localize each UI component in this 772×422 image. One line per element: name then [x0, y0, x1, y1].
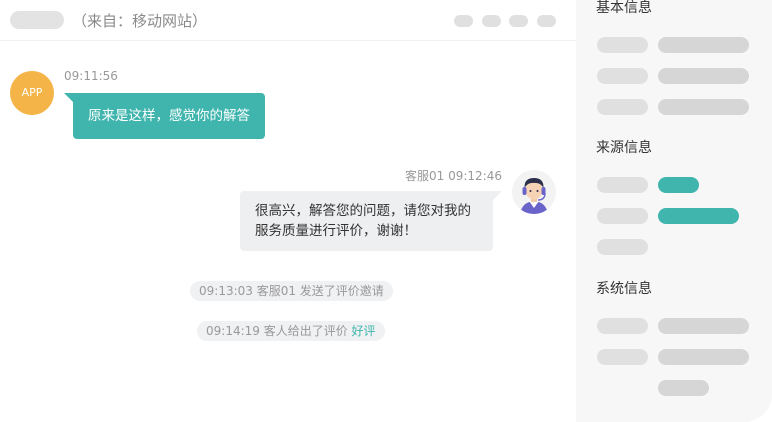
- system-notice-invite: 09:13:03 客服01 发送了评价邀请: [190, 281, 393, 301]
- section-title-system: 系统信息: [596, 281, 652, 297]
- system-notice-text: 09:13:03 客服01 发送了评价邀请: [199, 284, 384, 298]
- toolbar-button-3[interactable]: [509, 15, 528, 27]
- toolbar-button-4[interactable]: [537, 15, 556, 27]
- info-key-placeholder: [597, 177, 648, 193]
- system-notice-rating: 09:14:19 客人给出了评价 好评: [197, 321, 385, 341]
- info-key-placeholder: [597, 239, 648, 255]
- info-key-placeholder: [597, 208, 648, 224]
- section-title-basic: 基本信息: [596, 0, 652, 16]
- chat-header: （来自：移动网站）: [0, 0, 576, 41]
- chat-panel: （来自：移动网站） APP 09:11:56 原来是这样，感觉你的解答 客服01…: [0, 0, 576, 422]
- agent-avatar-icon: [512, 170, 556, 214]
- source-link[interactable]: [658, 208, 739, 224]
- source-label: （来自：移动网站）: [72, 12, 208, 30]
- visitor-name-placeholder: [10, 11, 64, 29]
- customer-message-bubble: 原来是这样，感觉你的解答: [64, 93, 265, 139]
- info-value-placeholder: [658, 68, 749, 84]
- info-value-placeholder: [658, 99, 749, 115]
- info-key-placeholder: [597, 318, 648, 334]
- customer-message-time: 09:11:56: [64, 69, 118, 83]
- visitor-info-panel: 基本信息 来源信息 系统信息: [576, 0, 772, 422]
- info-value-placeholder: [658, 318, 749, 334]
- info-key-placeholder: [597, 68, 648, 84]
- agent-message-meta: 客服01 09:12:46: [405, 169, 502, 183]
- customer-avatar: APP: [10, 71, 54, 115]
- info-key-placeholder: [597, 99, 648, 115]
- section-title-source: 来源信息: [596, 140, 652, 156]
- agent-message-text: 很高兴，解答您的问题，请您对我的服务质量进行评价，谢谢！: [255, 203, 471, 239]
- toolbar-button-1[interactable]: [454, 15, 473, 27]
- agent-message-bubble: 很高兴，解答您的问题，请您对我的服务质量进行评价，谢谢！: [240, 191, 502, 251]
- info-value-placeholder: [658, 37, 749, 53]
- toolbar-button-2[interactable]: [482, 15, 501, 27]
- source-link[interactable]: [658, 177, 699, 193]
- rating-result: 好评: [351, 324, 376, 338]
- system-notice-text: 09:14:19 客人给出了评价: [206, 324, 352, 338]
- info-key-placeholder: [597, 37, 648, 53]
- agent-avatar: [512, 170, 556, 214]
- info-value-placeholder: [658, 349, 749, 365]
- info-value-placeholder: [658, 380, 709, 396]
- info-key-placeholder: [597, 349, 648, 365]
